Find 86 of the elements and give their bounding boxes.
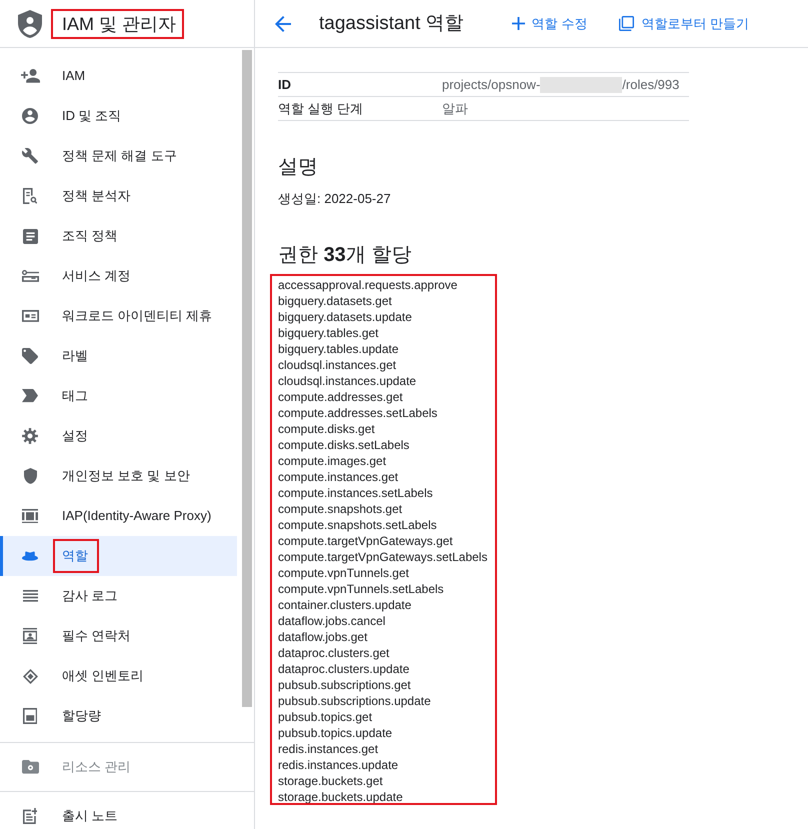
detail-value: projects/opsnow-: [442, 76, 540, 92]
nav-item[interactable]: IAP(Identity-Aware Proxy): [0, 496, 237, 536]
document-search-icon: [22, 188, 38, 204]
permission-item: compute.addresses.setLabels: [278, 405, 438, 421]
permission-item: dataflow.jobs.get: [278, 629, 368, 645]
contact-card-icon: [22, 628, 38, 644]
section-heading: 설명: [278, 155, 319, 180]
permission-item: dataproc.clusters.get: [278, 645, 390, 661]
permission-item: dataproc.clusters.update: [278, 661, 410, 677]
hat-icon: [22, 551, 38, 561]
permission-item: bigquery.tables.update: [278, 341, 400, 357]
permission-item: accessapproval.requests.approve: [278, 277, 458, 293]
bars-icon: [22, 508, 38, 524]
shield-person-icon: [18, 10, 42, 38]
permission-item: pubsub.topics.get: [278, 709, 374, 725]
nav-item[interactable]: 할당량: [0, 696, 237, 736]
app-title: IAM 및 관리자: [62, 12, 176, 36]
permission-item: cloudsql.instances.update: [278, 373, 418, 389]
wrench-icon: [22, 148, 38, 164]
id-card-icon: [22, 310, 38, 322]
tag-icon: [22, 348, 38, 364]
notes-icon: [22, 808, 38, 824]
permission-item: storage.buckets.get: [278, 773, 384, 789]
nav-item[interactable]: 감사 로그: [0, 576, 237, 616]
shield-icon: [24, 468, 36, 484]
permission-item: cloudsql.instances.get: [278, 357, 398, 373]
permission-item: redis.instances.get: [278, 741, 380, 757]
created-date: 생성일: 2022-05-27: [278, 190, 392, 208]
nav-item[interactable]: 조직 정책: [0, 216, 237, 256]
permission-item: container.clusters.update: [278, 597, 412, 613]
copy-icon: [619, 16, 634, 31]
folder-gear-icon: [22, 760, 38, 774]
permission-item: bigquery.datasets.update: [278, 309, 413, 325]
chevron-tag-icon: [22, 389, 38, 403]
edit-role-button[interactable]: 역할 수정: [510, 10, 590, 36]
permission-item: bigquery.datasets.get: [278, 293, 393, 309]
permission-item: compute.addresses.get: [278, 389, 404, 405]
detail-label: ID: [278, 72, 442, 96]
diamond-icon: [22, 668, 38, 684]
nav-item[interactable]: 정책 분석자: [0, 176, 237, 216]
permission-item: compute.disks.get: [278, 421, 376, 437]
nav-item[interactable]: 태그: [0, 376, 237, 416]
back-arrow-icon: [275, 16, 291, 32]
permission-item: bigquery.tables.get: [278, 325, 380, 341]
nav-item[interactable]: 워크로드 아이덴티티 제휴: [0, 296, 237, 336]
list-icon: [22, 590, 38, 602]
permission-item: pubsub.subscriptions.get: [278, 677, 412, 693]
settings-icon: [22, 428, 38, 444]
nav-item[interactable]: IAM: [0, 56, 237, 96]
nav-item[interactable]: 설정: [0, 416, 237, 456]
permission-item: compute.images.get: [278, 453, 388, 469]
account-card-icon: [22, 270, 38, 282]
nav-item[interactable]: 역할: [0, 536, 237, 576]
permission-item: compute.targetVpnGateways.setLabels: [278, 549, 488, 565]
nav-item[interactable]: ID 및 조직: [0, 96, 237, 136]
scrollbar-thumb[interactable]: [242, 50, 252, 707]
nav-item[interactable]: 서비스 계정: [0, 256, 237, 296]
permission-item: compute.disks.setLabels: [278, 437, 410, 453]
detail-value: 알파: [442, 100, 468, 116]
detail-label: 역할 실행 단계: [278, 96, 442, 120]
nav-item[interactable]: 필수 연락처: [0, 616, 237, 656]
document-icon: [22, 228, 38, 244]
permission-item: redis.instances.update: [278, 757, 400, 773]
plus-icon: [512, 17, 525, 30]
permission-item: compute.instances.get: [278, 469, 400, 485]
frame-icon: [22, 708, 38, 724]
nav-item[interactable]: 개인정보 보호 및 보안: [0, 456, 237, 496]
person-add-icon: [20, 69, 40, 83]
permission-item: storage.buckets.update: [278, 789, 404, 805]
nav-item[interactable]: 출시 노트: [0, 796, 254, 829]
detail-value: /roles/993: [622, 76, 680, 92]
permission-item: compute.vpnTunnels.setLabels: [278, 581, 445, 597]
permission-item: compute.vpnTunnels.get: [278, 565, 410, 581]
permission-item: compute.snapshots.setLabels: [278, 517, 438, 533]
permission-item: dataflow.jobs.cancel: [278, 613, 386, 629]
create-from-role-button[interactable]: 역할로부터 만들기: [617, 10, 751, 36]
permission-item: compute.targetVpnGateways.get: [278, 533, 454, 549]
permission-item: pubsub.topics.update: [278, 725, 394, 741]
page-title: tagassistant 역할: [319, 12, 464, 36]
section-heading: 권한 33개 할당: [278, 243, 412, 268]
nav-item[interactable]: 애셋 인벤토리: [0, 656, 237, 696]
nav-item[interactable]: 라벨: [0, 336, 237, 376]
nav-item[interactable]: 정책 문제 해결 도구: [0, 136, 237, 176]
permission-item: compute.instances.setLabels: [278, 485, 434, 501]
permission-item: pubsub.subscriptions.update: [278, 693, 432, 709]
permission-item: compute.snapshots.get: [278, 501, 404, 517]
